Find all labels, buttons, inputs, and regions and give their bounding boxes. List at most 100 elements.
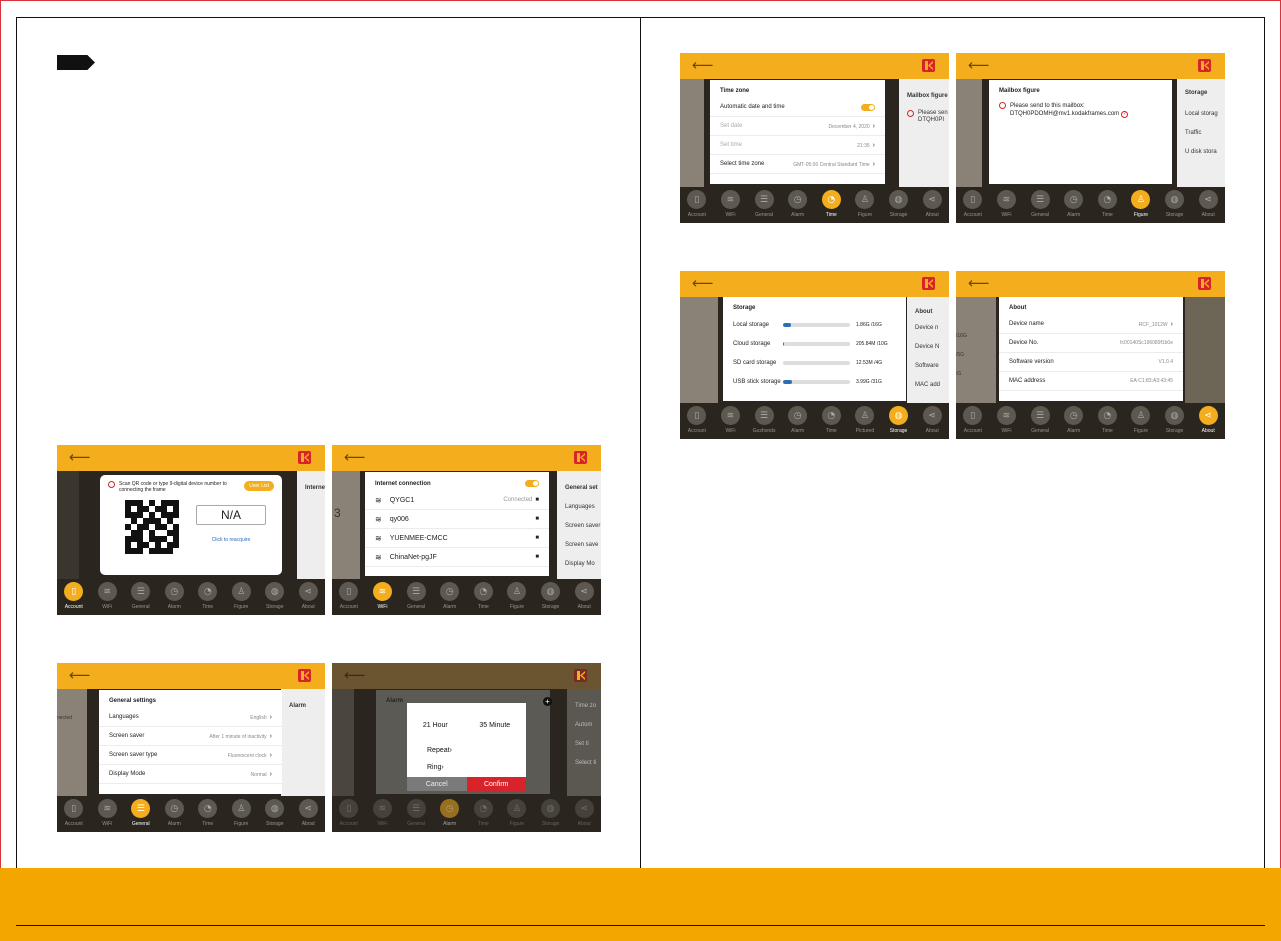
nav-item[interactable]: ▯ Account bbox=[682, 406, 712, 434]
nav-item[interactable]: ☰ General bbox=[401, 799, 431, 827]
nav-item[interactable]: ♙ Figure bbox=[1126, 190, 1156, 218]
nav-item[interactable]: ◷ Alarm bbox=[435, 799, 465, 827]
back-arrow-icon[interactable]: ⟵ bbox=[69, 448, 91, 466]
nav-item[interactable]: ▯ Account bbox=[59, 799, 89, 827]
nav-item[interactable]: ⋖ About bbox=[917, 406, 947, 434]
nav-item[interactable]: ≋ WiFi bbox=[367, 582, 397, 610]
hour-value[interactable]: 21 bbox=[423, 722, 431, 729]
nav-item[interactable]: ⋖ About bbox=[1193, 406, 1223, 434]
back-arrow-icon[interactable]: ⟵ bbox=[968, 274, 990, 292]
nav-item[interactable]: ◷ Alarm bbox=[1059, 406, 1089, 434]
wifi-toggle[interactable] bbox=[525, 480, 539, 487]
settings-row[interactable]: Screen saver type Fluorescent clock › bbox=[99, 746, 282, 765]
nav-item[interactable]: ◍ Storage bbox=[260, 582, 290, 610]
nav-item[interactable]: ◔ Time bbox=[1092, 190, 1122, 218]
nav-item[interactable]: ☰ General bbox=[126, 582, 156, 610]
chevron-right-icon: › bbox=[872, 141, 875, 149]
nav-item[interactable]: ♙ Figure bbox=[850, 190, 880, 218]
device-number-field[interactable]: N/A bbox=[196, 505, 266, 525]
nav-item[interactable]: ◷ Alarm bbox=[783, 406, 813, 434]
nav-item[interactable]: ◍ Storage bbox=[1160, 406, 1190, 434]
nav-item[interactable]: ♙ Figure bbox=[226, 582, 256, 610]
user-list-button[interactable]: User List bbox=[244, 481, 274, 491]
nav-item[interactable]: ◔ Time bbox=[468, 582, 498, 610]
nav-item[interactable]: ♙ Figure bbox=[1126, 406, 1156, 434]
nav-item[interactable]: ▯ Account bbox=[59, 582, 89, 610]
auto-time-toggle[interactable] bbox=[861, 103, 875, 111]
nav-item[interactable]: ≋ WiFi bbox=[715, 406, 745, 434]
wifi-network-row[interactable]: ≋ QYGC1 Connected ■ bbox=[365, 491, 549, 510]
nav-item[interactable]: ☰ General bbox=[401, 582, 431, 610]
nav-item[interactable]: ⋖ About bbox=[569, 799, 599, 827]
settings-row[interactable]: Set date December 4, 2020 › bbox=[710, 117, 885, 136]
nav-item[interactable]: ◔ Time bbox=[468, 799, 498, 827]
settings-row[interactable]: Screen saver After 1 minute of inactivity… bbox=[99, 727, 282, 746]
reacquire-link[interactable]: Click to reacquire bbox=[196, 537, 266, 543]
nav-item[interactable]: ♙ Figure bbox=[502, 582, 532, 610]
settings-row[interactable]: Select time zone GMT-05:00 Central Standa… bbox=[710, 155, 885, 174]
nav-item[interactable]: ◍ Storage bbox=[536, 582, 566, 610]
settings-row[interactable]: Display Mode Normal › bbox=[99, 765, 282, 784]
nav-item[interactable]: ≋ WiFi bbox=[991, 190, 1021, 218]
nav-item[interactable]: ≋ WiFi bbox=[367, 799, 397, 827]
nav-item[interactable]: ◷ Alarm bbox=[435, 582, 465, 610]
add-alarm-icon[interactable]: + bbox=[543, 697, 552, 706]
nav-item[interactable]: ◷ Alarm bbox=[783, 190, 813, 218]
nav-item[interactable]: ♙ Figure bbox=[226, 799, 256, 827]
nav-item[interactable]: ☰ General bbox=[126, 799, 156, 827]
settings-row[interactable]: Languages English › bbox=[99, 708, 282, 727]
nav-item[interactable]: ⋖ About bbox=[1193, 190, 1223, 218]
nav-item[interactable]: ⋖ About bbox=[293, 799, 323, 827]
nav-item[interactable]: ◍ Storage bbox=[536, 799, 566, 827]
nav-item[interactable]: ☰ General bbox=[749, 190, 779, 218]
nav-item[interactable]: ◔ Time bbox=[816, 190, 846, 218]
nav-item[interactable]: ⋖ About bbox=[917, 190, 947, 218]
nav-item[interactable]: ☰ General bbox=[1025, 406, 1055, 434]
right-panel-item: Screen save bbox=[565, 542, 599, 548]
nav-item[interactable]: ⋖ About bbox=[293, 582, 323, 610]
back-arrow-icon[interactable]: ⟵ bbox=[692, 274, 714, 292]
nav-item[interactable]: ▯ Account bbox=[958, 190, 988, 218]
nav-item[interactable]: ♙ Pictured bbox=[850, 406, 880, 434]
nav-item[interactable]: ☰ Gushonds bbox=[749, 406, 779, 434]
about-row[interactable]: Device name RCF_1012W › bbox=[999, 315, 1183, 334]
nav-item[interactable]: ◷ Alarm bbox=[159, 799, 189, 827]
back-arrow-icon[interactable]: ⟵ bbox=[692, 56, 714, 74]
question-icon[interactable]: ? bbox=[1120, 111, 1128, 118]
confirm-button[interactable]: Confirm bbox=[466, 777, 526, 791]
nav-item[interactable]: ♙ Figure bbox=[502, 799, 532, 827]
nav-item[interactable]: ◍ Storage bbox=[1160, 190, 1190, 218]
repeat-row[interactable]: Repeat› bbox=[407, 747, 526, 764]
nav-item[interactable]: ◔ Time bbox=[816, 406, 846, 434]
back-arrow-icon[interactable]: ⟵ bbox=[344, 448, 366, 466]
nav-item[interactable]: ◔ Time bbox=[193, 582, 223, 610]
settings-row[interactable]: Set time 21:35 › bbox=[710, 136, 885, 155]
nav-item[interactable]: ◔ Time bbox=[193, 799, 223, 827]
nav-item[interactable]: ▯ Account bbox=[334, 799, 364, 827]
nav-icon: ⋖ bbox=[298, 582, 318, 601]
nav-item[interactable]: ≋ WiFi bbox=[715, 190, 745, 218]
back-arrow-icon[interactable]: ⟵ bbox=[69, 666, 91, 684]
nav-item[interactable]: ▯ Account bbox=[958, 406, 988, 434]
nav-item[interactable]: ◷ Alarm bbox=[1059, 190, 1089, 218]
nav-item[interactable]: ☰ General bbox=[1025, 190, 1055, 218]
wifi-network-row[interactable]: ≋ ChinaNet-pgJF ■ bbox=[365, 548, 549, 567]
nav-item[interactable]: ≋ WiFi bbox=[92, 799, 122, 827]
nav-item[interactable]: ◷ Alarm bbox=[159, 582, 189, 610]
wifi-network-row[interactable]: ≋ YUENMEE-CMCC ■ bbox=[365, 529, 549, 548]
nav-item[interactable]: ◔ Time bbox=[1092, 406, 1122, 434]
wifi-network-row[interactable]: ≋ qy006 ■ bbox=[365, 510, 549, 529]
nav-item[interactable]: ▯ Account bbox=[682, 190, 712, 218]
back-arrow-icon[interactable]: ⟵ bbox=[344, 666, 366, 684]
nav-item[interactable]: ▯ Account bbox=[334, 582, 364, 610]
settings-row[interactable]: Automatic date and time bbox=[710, 98, 885, 117]
nav-item[interactable]: ≋ WiFi bbox=[92, 582, 122, 610]
nav-item[interactable]: ⋖ About bbox=[569, 582, 599, 610]
nav-item[interactable]: ◍ Storage bbox=[884, 406, 914, 434]
back-arrow-icon[interactable]: ⟵ bbox=[968, 56, 990, 74]
cancel-button[interactable]: Cancel bbox=[407, 777, 467, 791]
nav-item[interactable]: ≋ WiFi bbox=[991, 406, 1021, 434]
nav-item[interactable]: ◍ Storage bbox=[260, 799, 290, 827]
minute-value[interactable]: 35 bbox=[479, 722, 487, 729]
nav-item[interactable]: ◍ Storage bbox=[884, 190, 914, 218]
